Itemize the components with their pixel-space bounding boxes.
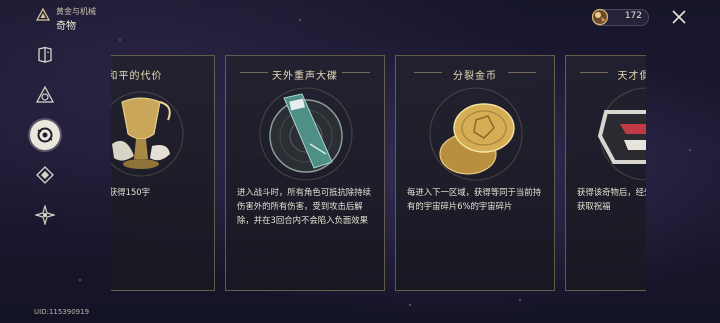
- diamond-emblem-icon: [36, 166, 54, 184]
- user-id: UID:115390919: [34, 308, 90, 316]
- currency-amount: 172: [624, 11, 642, 21]
- nav-item-curio[interactable]: [30, 120, 60, 150]
- gold-coins-icon: [429, 87, 523, 181]
- curio-card[interactable]: 天外重声大碟 进入战斗时，所有角色可抵抗除持续伤害外的所有伤害，受到攻击后解除，…: [225, 55, 385, 291]
- card-description: 获得该奇物后，经外获得100%，但获取祝福: [577, 187, 646, 211]
- card-title: 天才俱乐部: [617, 71, 647, 82]
- curio-card[interactable]: 分裂金币 每进入下一区域，获得等同于当前持有的宇宙碎片6%的宇宙碎片: [395, 55, 555, 291]
- card-description: 每进入下一区域，获得等同于当前持有的宇宙碎片6%的宇宙碎片: [407, 187, 541, 211]
- book-icon: [38, 46, 52, 63]
- curio-card[interactable]: 和平的代价 】区域时，获得150宇: [111, 55, 215, 291]
- currency-counter[interactable]: 172: [591, 8, 649, 26]
- curio-card[interactable]: 天才俱乐部 获得该奇物后，经外获得100%，但获取祝福: [565, 55, 646, 291]
- nav-item-book[interactable]: [30, 40, 60, 70]
- vinyl-disc-icon: [259, 87, 353, 181]
- club-emblem-icon: [597, 87, 646, 181]
- nav-item-star-emblem[interactable]: [30, 80, 60, 110]
- golden-goblet-icon: [111, 91, 184, 177]
- curio-card-list[interactable]: 和平的代价 】区域时，获得150宇 天外重声大碟 进入战斗时，所有角色可抵抗除持…: [111, 55, 646, 291]
- currency-icon: [591, 8, 609, 26]
- close-icon[interactable]: [670, 8, 688, 26]
- page-subtitle: 黄金与机械: [56, 7, 96, 16]
- game-logo-icon: [36, 8, 50, 21]
- page-title: 奇物: [56, 21, 76, 32]
- card-title: 天外重声大碟: [272, 71, 338, 82]
- card-title: 分裂金币: [453, 71, 497, 82]
- nav-item-diamond-emblem[interactable]: [30, 160, 60, 190]
- card-description: 】区域时，获得150宇: [111, 187, 150, 197]
- card-title: 和平的代价: [111, 71, 163, 82]
- nav-item-compass-star[interactable]: [30, 200, 60, 230]
- compass-star-icon: [35, 205, 55, 225]
- card-description: 进入战斗时，所有角色可抵抗除持续伤害外的所有伤害，受到攻击后解除，并在3回合内不…: [237, 187, 371, 225]
- curio-icon: [37, 127, 53, 143]
- star-emblem-icon: [35, 85, 55, 103]
